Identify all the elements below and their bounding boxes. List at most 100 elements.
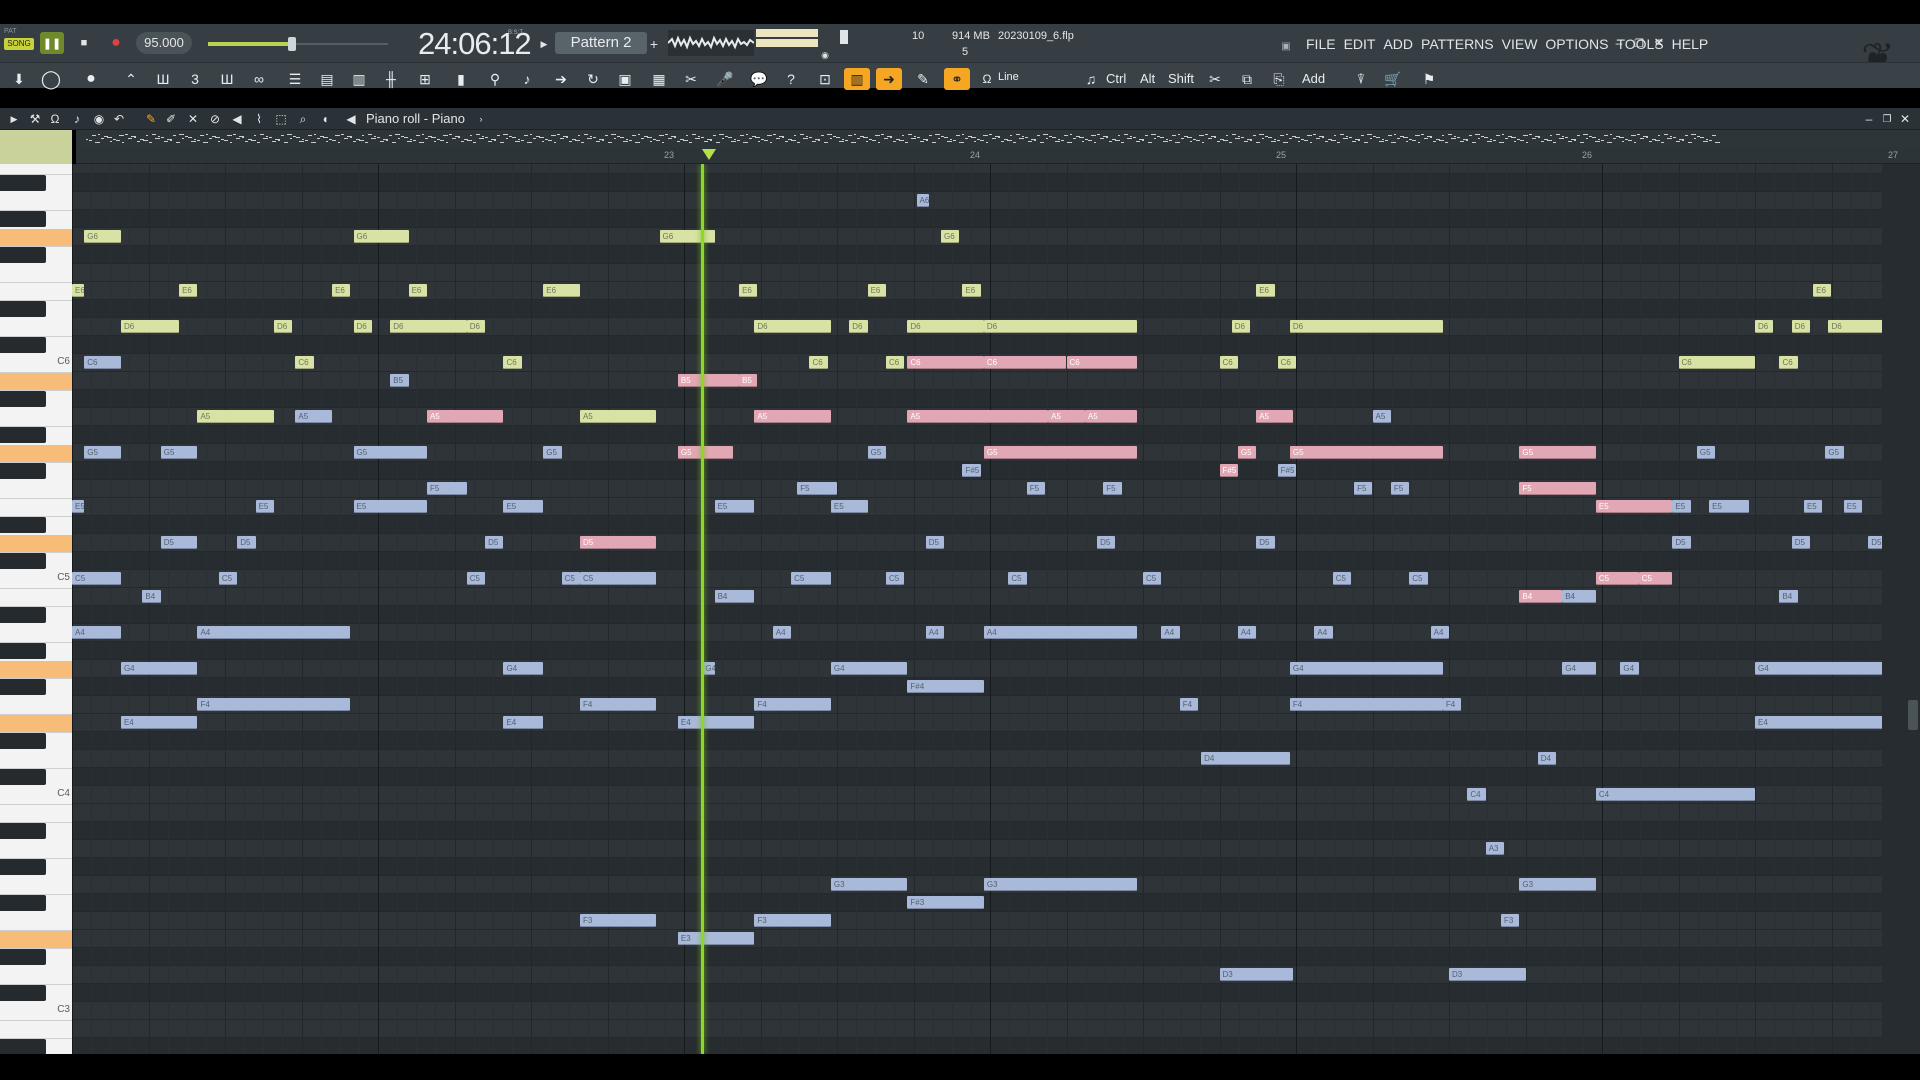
note-e6[interactable]: E6	[332, 284, 351, 297]
paint-brush-icon[interactable]: ✐	[162, 111, 180, 127]
note-a5[interactable]: A5	[426, 410, 504, 423]
pr-close-icon[interactable]: ✕	[1898, 111, 1912, 127]
note-e5[interactable]: E5	[1843, 500, 1863, 513]
note-a5[interactable]: A5	[754, 410, 831, 423]
note-c6[interactable]: C6	[1066, 356, 1137, 369]
note-b4[interactable]: B4	[1779, 590, 1798, 603]
note-g4[interactable]: G4	[120, 662, 198, 675]
note-fsharp5[interactable]: F#5	[962, 464, 981, 477]
pr-minimize-icon[interactable]: –	[1862, 111, 1876, 127]
cut-tool-icon[interactable]: ✂	[678, 68, 704, 90]
copy-icon[interactable]: ⧉	[1234, 68, 1260, 90]
cut-icon[interactable]: ✂	[1202, 68, 1228, 90]
meter-knob-icon[interactable]: ◉	[818, 50, 832, 60]
note-a4[interactable]: A4	[1314, 626, 1333, 639]
timeline-ruler[interactable]: 232425262728	[76, 148, 1920, 164]
add-button[interactable]: Add	[1302, 71, 1325, 86]
piano-key-black[interactable]	[0, 517, 46, 533]
piano-key-black[interactable]	[0, 949, 46, 965]
note-a5[interactable]: A5	[1084, 410, 1137, 423]
note-e6[interactable]: E6	[962, 284, 981, 297]
add-pattern-icon[interactable]: +	[648, 34, 660, 54]
select-tool-icon[interactable]: ⬚	[272, 111, 290, 127]
note-a5[interactable]: A5	[1256, 410, 1293, 423]
note-c5[interactable]: C5	[579, 572, 657, 585]
playhead-line[interactable]	[701, 164, 705, 1054]
shop-cart-icon[interactable]: 🛒	[1380, 68, 1406, 90]
note-e6[interactable]: E6	[179, 284, 198, 297]
note-e5[interactable]: E5	[1709, 500, 1749, 513]
note-f5[interactable]: F5	[1026, 482, 1046, 495]
note-c4[interactable]: C4	[1467, 788, 1486, 801]
link-icon[interactable]: ⚭	[944, 68, 970, 90]
lock-icon[interactable]: ▣	[1278, 38, 1294, 54]
menu-view[interactable]: VIEW	[1502, 34, 1538, 54]
playback-tool-icon[interactable]: ◖	[316, 111, 334, 127]
piano-key-active[interactable]	[0, 373, 72, 390]
piano-roll-toggle-icon[interactable]: ▥	[844, 68, 870, 90]
note-a4[interactable]: A4	[983, 626, 1137, 639]
mic-stand-icon[interactable]: ⍒	[1348, 68, 1374, 90]
restore-window-icon[interactable]: ❐	[1630, 34, 1648, 52]
note-c5[interactable]: C5	[1008, 572, 1027, 585]
mixer-icon[interactable]: ╫	[378, 68, 404, 90]
note-d5[interactable]: D5	[1097, 536, 1116, 549]
note-f4[interactable]: F4	[579, 698, 657, 711]
note-d6[interactable]: D6	[1791, 320, 1811, 333]
note-e6[interactable]: E6	[1813, 284, 1832, 297]
note-d5[interactable]: D5	[1672, 536, 1691, 549]
note-g5[interactable]: G5	[1237, 446, 1257, 459]
note-c5[interactable]: C5	[1143, 572, 1162, 585]
note-g4[interactable]: G4	[1620, 662, 1639, 675]
mute-tool-icon[interactable]: ⊘	[206, 111, 224, 127]
note-c5[interactable]: C5	[1638, 572, 1673, 585]
note-c5[interactable]: C5	[885, 572, 905, 585]
note-c5[interactable]: C5	[466, 572, 486, 585]
microphone-icon[interactable]: 🎤	[712, 68, 738, 90]
piano-key-active[interactable]	[0, 229, 72, 246]
stop-button[interactable]: ■	[72, 32, 96, 54]
note-g5[interactable]: G5	[353, 446, 427, 459]
us-flag-icon[interactable]: ⚑	[1416, 68, 1442, 90]
note-a5[interactable]: A5	[197, 410, 274, 423]
note-f4[interactable]: F4	[754, 698, 831, 711]
note-a4[interactable]: A4	[72, 626, 121, 639]
piano-key-black[interactable]	[0, 463, 46, 479]
browser-icon[interactable]: ⊞	[412, 68, 438, 90]
note-g3[interactable]: G3	[830, 878, 908, 891]
note-e4[interactable]: E4	[677, 716, 755, 729]
piano-key-black[interactable]	[0, 175, 46, 191]
note-g4[interactable]: G4	[1755, 662, 1882, 675]
note-b4[interactable]: B4	[714, 590, 755, 603]
note-e5[interactable]: E5	[72, 500, 85, 513]
note-g4[interactable]: G4	[503, 662, 544, 675]
note-icon[interactable]: ♪	[68, 111, 86, 127]
note-e5[interactable]: E5	[353, 500, 427, 513]
bell-icon[interactable]: ♫	[1078, 68, 1104, 90]
note-g6[interactable]: G6	[659, 230, 715, 243]
piano-key-black[interactable]	[0, 553, 46, 569]
note-e6[interactable]: E6	[408, 284, 427, 297]
window-layout-icon[interactable]: ⊡	[812, 68, 838, 90]
snap-selector[interactable]: Line	[998, 71, 1060, 83]
note-d3[interactable]: D3	[1219, 968, 1293, 981]
tools-wrench-icon[interactable]: ⚒	[26, 111, 44, 127]
note-d5[interactable]: D5	[1868, 536, 1882, 549]
note-c6[interactable]: C6	[1277, 356, 1296, 369]
note-d5[interactable]: D5	[237, 536, 256, 549]
playhead-marker-icon[interactable]	[702, 149, 717, 160]
note-b4[interactable]: B4	[142, 590, 161, 603]
note-d5[interactable]: D5	[1256, 536, 1275, 549]
note-c5[interactable]: C5	[72, 572, 121, 585]
countdown-icon[interactable]: 3	[182, 68, 208, 90]
note-e6[interactable]: E6	[739, 284, 758, 297]
note-e5[interactable]: E5	[830, 500, 868, 513]
help-icon[interactable]: ?	[778, 68, 804, 90]
piano-keyboard[interactable]: C6 C5 C4 C3	[0, 164, 72, 1054]
note-e4[interactable]: E4	[120, 716, 198, 729]
note-f5[interactable]: F5	[1103, 482, 1122, 495]
note-g5[interactable]: G5	[983, 446, 1137, 459]
pause-button[interactable]: ❚❚	[40, 32, 64, 54]
piano-roll-menu-arrow-icon[interactable]: ▶	[8, 111, 20, 127]
note-f5[interactable]: F5	[797, 482, 837, 495]
